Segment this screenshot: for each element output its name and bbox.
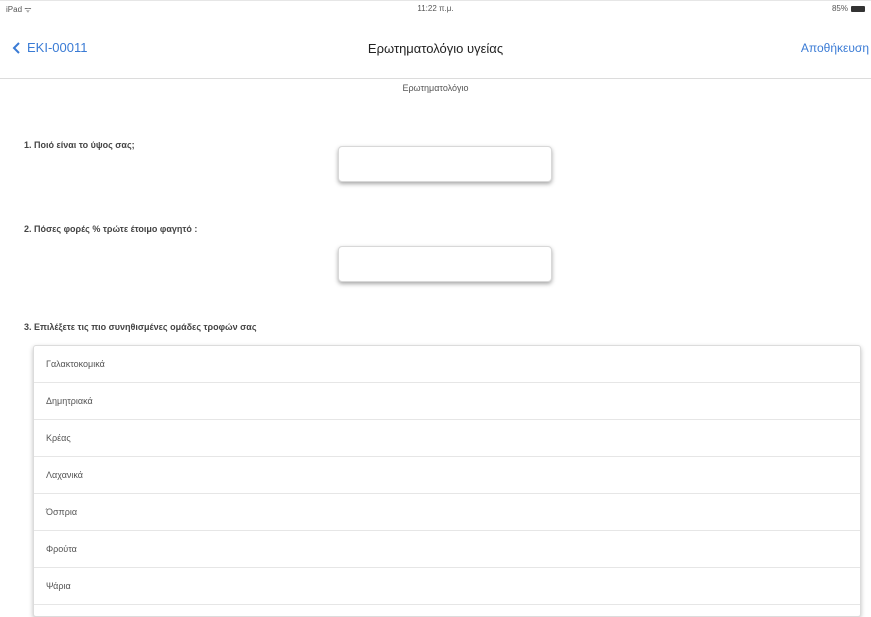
status-bar: iPad ᯤ 11:22 π.μ. 85% <box>0 0 871 21</box>
section-tab: Ερωτηματολόγιο <box>402 83 469 93</box>
battery-icon <box>851 5 865 12</box>
navigation-bar: EKI-00011 Ερωτηματολόγιο υγείας Αποθήκευ… <box>0 20 871 93</box>
battery-percent: 85% <box>831 4 848 13</box>
save-button[interactable]: Αποθήκευση <box>801 41 869 55</box>
list-item-fruits[interactable]: Φρούτα <box>34 531 860 568</box>
battery-indicator: 85% <box>832 4 865 13</box>
question-3-label: 3. Επιλέξετε τις πιο συνηθισμένες ομάδες… <box>24 322 257 332</box>
ready-meals-input[interactable] <box>338 246 552 282</box>
list-item-meat[interactable]: Κρέας <box>34 420 860 457</box>
list-item-cereals[interactable]: Δημητριακά <box>34 383 860 420</box>
list-item-fish[interactable]: Ψάρια <box>34 568 860 605</box>
list-item-vegetables[interactable]: Λαχανικά <box>34 457 860 494</box>
height-input[interactable] <box>338 146 552 182</box>
page-title: Ερωτηματολόγιο υγείας <box>367 41 504 56</box>
list-item-legumes[interactable]: Όσπρια <box>34 494 860 531</box>
list-item-dairy[interactable]: Γαλακτοκομικά <box>34 346 860 383</box>
food-groups-list: Γαλακτοκομικά Δημητριακά Κρέας Λαχανικά … <box>33 345 861 617</box>
question-2-label: 2. Πόσες φορές % τρώτε έτοιμο φαγητό : <box>24 224 198 234</box>
status-time: 11:22 π.μ. <box>417 4 454 13</box>
question-1-label: 1. Ποιό είναι το ύψος σας; <box>24 140 135 150</box>
